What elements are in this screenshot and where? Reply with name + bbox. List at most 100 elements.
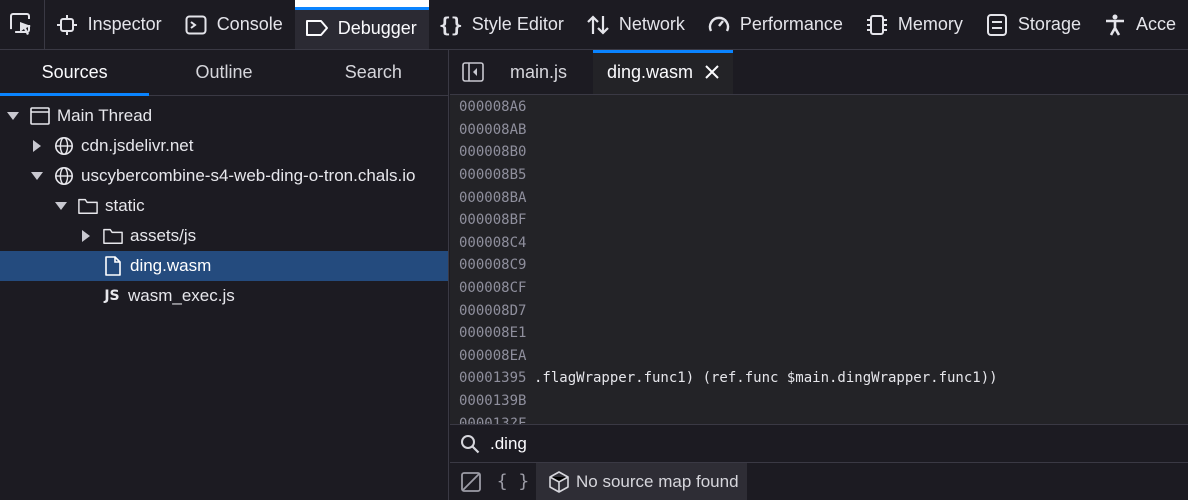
file-search-bar[interactable]: .ding [450, 424, 1188, 462]
tab-memory[interactable]: Memory [855, 0, 975, 49]
line-number[interactable]: 000008D7 [450, 303, 534, 319]
tab-memory-label: Memory [897, 14, 963, 34]
braces-icon: {} [438, 12, 463, 37]
line-text: .flagWrapper.func1) (ref.func $main.ding… [534, 370, 998, 387]
tab-sources[interactable]: Sources [0, 50, 150, 96]
sidebar-toggle-icon [462, 62, 484, 82]
chevron-down-icon[interactable] [54, 199, 68, 213]
tab-network[interactable]: Network [576, 0, 697, 49]
line-number[interactable]: 000008AB [450, 122, 534, 138]
gauge-icon [707, 13, 731, 37]
search-icon [450, 434, 490, 454]
code-line[interactable]: 000008D7 [450, 299, 1188, 322]
code-line[interactable]: 0000139B [450, 390, 1188, 413]
chevron-down-icon[interactable] [6, 109, 20, 123]
source-map-status[interactable]: No source map found [536, 462, 747, 500]
tab-console-label: Console [216, 14, 283, 34]
tree-item-label: uscybercombine-s4-web-ding-o-tron.chals.… [81, 166, 416, 185]
line-number[interactable]: 000008C9 [450, 257, 534, 273]
blackbox-button[interactable] [450, 463, 492, 500]
tab-debugger-label: Debugger [337, 17, 417, 38]
tree-item-cdn-jsdelivr[interactable]: cdn.jsdelivr.net [0, 131, 448, 161]
console-icon [184, 13, 208, 37]
tree-item-static[interactable]: static [0, 191, 448, 221]
line-number[interactable]: 000008CF [450, 280, 534, 296]
tab-outline[interactable]: Outline [149, 50, 298, 95]
code-line[interactable]: 000008BA [450, 186, 1188, 209]
close-icon[interactable] [705, 65, 719, 79]
line-number[interactable]: 000008BA [450, 190, 534, 206]
editor-tab-label: ding.wasm [607, 61, 694, 82]
code-line[interactable]: 000008A6 [450, 96, 1188, 119]
code-line[interactable]: 00001395 .flagWrapper.func1) (ref.func $m… [450, 367, 1188, 390]
tree-item-assets-js[interactable]: assets/js [0, 221, 448, 251]
file-icon [103, 256, 123, 276]
line-number[interactable]: 000008A6 [450, 99, 534, 115]
network-arrows-icon [586, 13, 610, 37]
code-line[interactable]: 000008EA [450, 345, 1188, 368]
code-view[interactable]: 000008A6 000008AB 000008B0 000008B5 000008BA… [450, 96, 1188, 424]
tab-performance[interactable]: Performance [697, 0, 855, 49]
tab-style-editor-label: Style Editor [471, 14, 564, 34]
tree-item-label: Main Thread [57, 106, 153, 125]
code-line[interactable]: 000008AB [450, 119, 1188, 142]
line-number[interactable]: 0000139B [450, 393, 534, 409]
code-line[interactable]: 000013?F [450, 412, 1188, 424]
editor-pane: main.js ding.wasm 000008A6 000008AB 000008… [450, 50, 1188, 500]
chevron-right-icon[interactable] [79, 229, 93, 243]
folder-icon [103, 226, 123, 246]
tab-debugger[interactable]: Debugger [294, 0, 429, 49]
tab-performance-label: Performance [739, 14, 843, 34]
element-picker-button[interactable] [0, 0, 44, 49]
code-line[interactable]: 000008B0 [450, 141, 1188, 164]
globe-icon [54, 136, 74, 156]
chip-icon [865, 13, 889, 37]
toggle-sidebar-button[interactable] [450, 50, 496, 94]
globe-icon [54, 166, 74, 186]
line-number[interactable]: 000008E1 [450, 325, 534, 341]
blackbox-icon [461, 471, 481, 492]
line-number[interactable]: 000008BF [450, 212, 534, 228]
tree-item-label: cdn.jsdelivr.net [81, 136, 194, 155]
tree-item-label: static [105, 196, 145, 215]
tab-style-editor[interactable]: {} Style Editor [429, 0, 576, 49]
storage-icon [985, 13, 1009, 37]
chevron-right-icon[interactable] [30, 139, 44, 153]
code-line[interactable]: 000008E1 [450, 322, 1188, 345]
code-line[interactable]: 000008B5 [450, 164, 1188, 187]
tree-item-ding-wasm[interactable]: ding.wasm [0, 251, 448, 281]
tab-inspector-label: Inspector [87, 14, 162, 34]
chevron-down-icon[interactable] [30, 169, 44, 183]
tab-accessibility[interactable]: Acce [1093, 0, 1188, 49]
devtools-toolbar: Inspector Console Debugger {} Style Edit… [0, 0, 1188, 50]
tab-inspector[interactable]: Inspector [43, 0, 174, 49]
tab-search[interactable]: Search [299, 50, 448, 95]
line-number[interactable]: 000008C4 [450, 235, 534, 251]
tree-item-chals-domain[interactable]: uscybercombine-s4-web-ding-o-tron.chals.… [0, 161, 448, 191]
element-picker-icon [9, 12, 31, 35]
editor-tab-ding-wasm[interactable]: ding.wasm [593, 50, 734, 94]
line-number[interactable]: 000008B0 [450, 144, 534, 160]
source-map-label: No source map found [576, 471, 739, 491]
search-input[interactable]: .ding [490, 434, 527, 454]
code-line[interactable]: 000008BF [450, 209, 1188, 232]
tab-storage[interactable]: Storage [975, 0, 1093, 49]
tree-item-wasm-exec-js[interactable]: JS wasm_exec.js [0, 281, 448, 311]
editor-tab-main-js[interactable]: main.js [496, 50, 581, 94]
code-line[interactable]: 000008CF [450, 277, 1188, 300]
code-line[interactable]: 000008C4 [450, 232, 1188, 255]
line-number[interactable]: 00001395 [450, 370, 534, 386]
line-number[interactable]: 000008B5 [450, 167, 534, 183]
sources-pane-tabs: Sources Outline Search [0, 50, 448, 96]
pretty-print-button[interactable]: { } [492, 463, 534, 500]
tree-item-main-thread[interactable]: Main Thread [0, 101, 448, 131]
line-number[interactable]: 000008EA [450, 348, 534, 364]
inspector-icon [55, 13, 79, 37]
accessibility-icon [1103, 13, 1127, 37]
js-icon: JS [104, 288, 120, 304]
editor-tab-label: main.js [510, 61, 568, 82]
code-line[interactable]: 000008C9 [450, 254, 1188, 277]
editor-footer: { } No source map found [450, 462, 1188, 500]
line-number[interactable]: 000013?F [450, 416, 534, 424]
tab-console[interactable]: Console [174, 0, 295, 49]
